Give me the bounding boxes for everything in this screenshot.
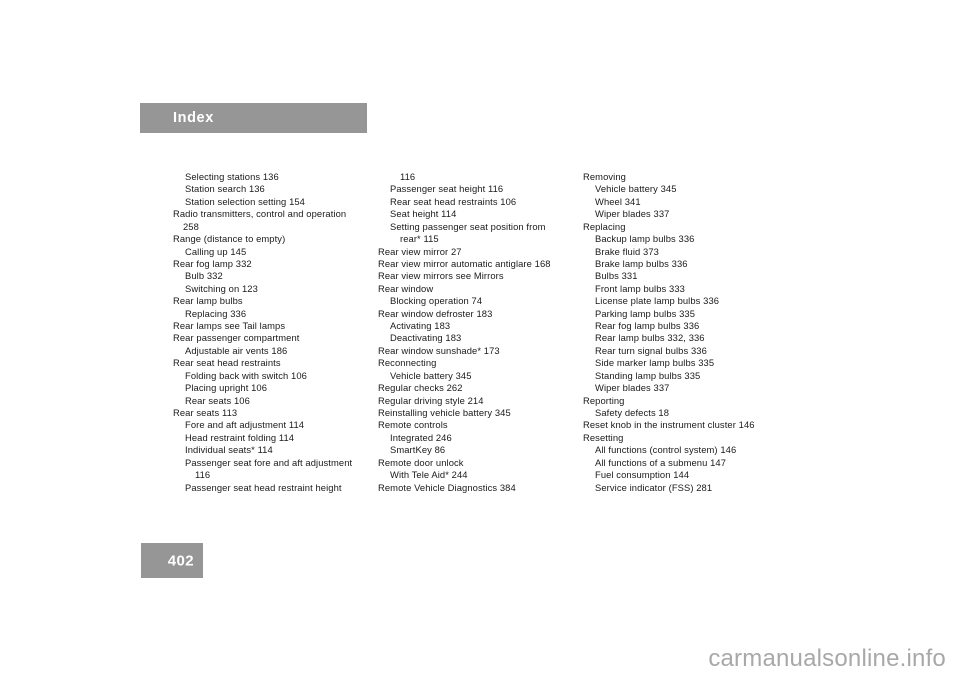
index-entry: Replacing 336 — [185, 307, 247, 319]
index-entry: Fore and aft adjustment 114 — [185, 419, 305, 431]
index-entry: Rear view mirror 27 — [378, 245, 462, 257]
index-entry: 116 — [400, 171, 416, 182]
index-entry: Bulbs 331 — [595, 270, 638, 282]
index-entry: Passenger seat fore and aft adjustment — [185, 456, 353, 468]
index-entry: 258 — [183, 220, 199, 232]
index-entry: Side marker lamp bulbs 335 — [595, 357, 715, 369]
index-entry: Fuel consumption 144 — [595, 469, 690, 481]
index-entry: rear* 115 — [400, 233, 439, 245]
index-entry: 116 — [195, 469, 211, 481]
index-column-3: Removing Vehicle battery 345 Wheel 341 Wipe… — [583, 171, 783, 494]
index-entry: Safety defects 18 — [595, 407, 670, 419]
index-entry: Station search 136 — [185, 183, 265, 195]
index-entry: Rear view mirror automatic antiglare 168 — [378, 257, 551, 269]
index-entry: Rear lamp bulbs — [173, 295, 243, 307]
index-entry: Regular driving style 214 — [378, 394, 484, 406]
index-entry: Placing upright 106 — [185, 382, 268, 394]
index-entry: All functions of a submenu 147 — [595, 456, 727, 468]
index-entry: Reinstalling vehicle battery 345 — [378, 407, 511, 419]
index-entry: Rear window — [378, 282, 434, 294]
index-entry: Rear passenger compartment — [173, 332, 300, 344]
page-number: 402 — [167, 552, 194, 569]
index-entry: Vehicle battery 345 — [595, 183, 677, 195]
index-entry: Rear view mirrors see Mirrors — [378, 270, 504, 282]
index-entry: SmartKey 86 — [390, 444, 446, 456]
index-column-2: 116 Passenger seat height 116 Rear seat he… — [378, 171, 578, 494]
index-entry: Rear seats 106 — [185, 394, 250, 406]
index-entry: Standing lamp bulbs 335 — [595, 369, 701, 381]
index-entry: Adjustable air vents 186 — [185, 344, 288, 356]
index-entry: Rear seat head restraints — [173, 357, 281, 369]
index-entry: Vehicle battery 345 — [390, 369, 472, 381]
page-title: Index — [173, 109, 214, 126]
index-entry: All functions (control system) 146 — [595, 444, 737, 456]
index-entry: Individual seats* 114 — [185, 444, 273, 456]
index-entry: Selecting stations 136 — [185, 171, 279, 182]
index-entry: With Tele Aid* 244 — [390, 469, 468, 481]
index-entry: Reconnecting — [378, 357, 437, 369]
index-entry: Passenger seat height 116 — [390, 183, 504, 195]
index-entry: Passenger seat head restraint height — [185, 481, 342, 493]
index-entry: Head restraint folding 114 — [185, 431, 295, 443]
index-entry: Calling up 145 — [185, 245, 247, 257]
index-entry: Rear turn signal bulbs 336 — [595, 344, 707, 356]
index-entry: Rear lamps see Tail lamps — [173, 320, 286, 332]
index-entry: Radio transmitters, control and operatio… — [173, 208, 347, 220]
index-entry: Integrated 246 — [390, 431, 452, 443]
index-column-1: Selecting stations 136 Station search 136… — [173, 171, 373, 494]
index-entry: Remote controls — [378, 419, 448, 431]
index-entry: Reporting — [583, 394, 625, 406]
index-entry: Resetting — [583, 431, 624, 443]
index-entry: Rear seats 113 — [173, 407, 238, 419]
index-entry: Front lamp bulbs 333 — [595, 282, 685, 294]
index-entry: Rear seat head restraints 106 — [390, 195, 517, 207]
index-header-bar: Index — [140, 103, 367, 133]
watermark: carmanualsonline.info — [708, 644, 946, 672]
index-entry: Replacing — [583, 220, 626, 232]
index-entry: Reset knob in the instrument cluster 146 — [583, 419, 755, 431]
index-entry: Rear window sunshade* 173 — [378, 344, 500, 356]
index-entry: Wiper blades 337 — [595, 382, 670, 394]
index-entry: Range (distance to empty) — [173, 233, 286, 245]
index-entry: Rear fog lamp 332 — [173, 257, 252, 269]
page-number-block: 402 — [141, 543, 203, 578]
index-entry: Deactivating 183 — [390, 332, 462, 344]
index-entry: Rear fog lamp bulbs 336 — [595, 320, 700, 332]
index-entry: Remote Vehicle Diagnostics 384 — [378, 481, 516, 493]
index-entry: Brake fluid 373 — [595, 245, 659, 257]
index-entry: Parking lamp bulbs 335 — [595, 307, 696, 319]
index-entry: Wheel 341 — [595, 195, 641, 207]
index-entry: Station selection setting 154 — [185, 195, 305, 207]
index-entry: Switching on 123 — [185, 282, 258, 294]
index-entry: Backup lamp bulbs 336 — [595, 233, 695, 245]
index-column-container: Selecting stations 136 Station search 136… — [0, 171, 960, 541]
index-entry: Removing — [583, 171, 626, 182]
index-entry: Rear window defroster 183 — [378, 307, 493, 319]
index-entry: Blocking operation 74 — [390, 295, 483, 307]
index-entry: Regular checks 262 — [378, 382, 463, 394]
index-entry: Setting passenger seat position from — [390, 220, 546, 232]
index-entry: Folding back with switch 106 — [185, 369, 307, 381]
index-entry: Wiper blades 337 — [595, 208, 670, 220]
index-entry: Activating 183 — [390, 320, 451, 332]
index-entry: License plate lamp bulbs 336 — [595, 295, 720, 307]
index-entry: Rear lamp bulbs 332, 336 — [595, 332, 705, 344]
index-entry: Remote door unlock — [378, 456, 464, 468]
index-entry: Bulb 332 — [185, 270, 223, 282]
index-entry: Brake lamp bulbs 336 — [595, 257, 688, 269]
index-entry: Service indicator (FSS) 281 — [595, 481, 713, 493]
index-entry: Seat height 114 — [390, 208, 457, 220]
